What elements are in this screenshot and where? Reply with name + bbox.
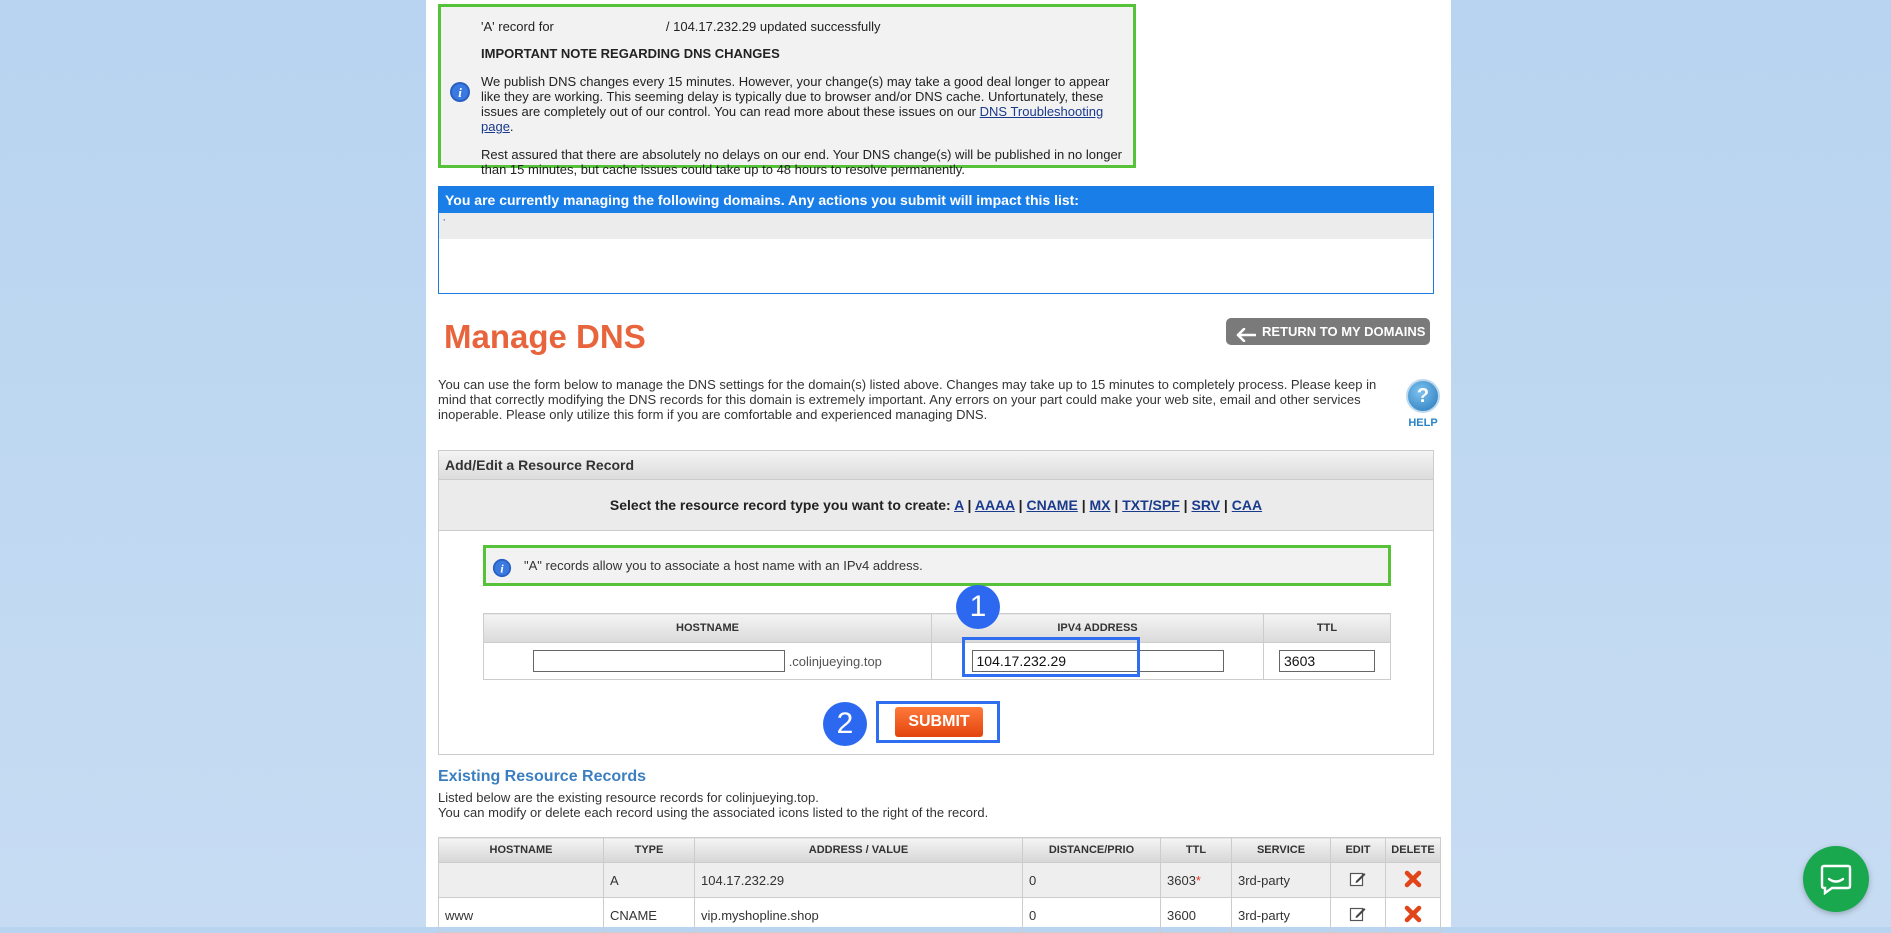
notice-title: IMPORTANT NOTE REGARDING DNS CHANGES [481,46,780,61]
page-content: i 'A' record for / 104.17.232.29 updated … [426,0,1451,933]
help-button[interactable]: ? HELP [1404,379,1442,429]
hostname-input[interactable] [533,650,786,672]
row-value: 104.17.232.29 [694,862,1023,898]
row-hostname: www [438,897,604,933]
row-prio: 0 [1022,897,1161,933]
a-record-note-text: "A" records allow you to associate a hos… [524,558,923,573]
existing-records-title: Existing Resource Records [438,768,647,785]
type-link-a[interactable]: A [954,497,964,513]
row-ttl: 3603* [1160,862,1232,898]
row-type: A [603,862,695,898]
row-hostname [438,862,604,898]
existing-records-desc: Listed below are the existing resource r… [438,790,988,820]
row-service: 3rd-party [1231,897,1331,933]
row-ttl-value: 3603 [1167,872,1196,888]
row-value: vip.myshopline.shop [694,897,1023,933]
row-service: 3rd-party [1231,862,1331,898]
col-ttl: TTL [1160,837,1232,863]
page-title: Manage DNS [444,318,646,355]
type-link-caa[interactable]: CAA [1232,497,1262,513]
managed-domains-header: You are currently managing the following… [439,187,1433,213]
rr-form-header: Add/Edit a Resource Record [439,451,1433,480]
update-status: 'A' record for / 104.17.232.29 updated su… [481,19,1129,34]
type-link-cname[interactable]: CNAME [1026,497,1077,513]
a-record-input-table: HOSTNAME IPV4 ADDRESS TTL .colinjueying.… [483,613,1391,680]
existing-desc-line1: Listed below are the existing resource r… [438,790,819,805]
step-badge-1: 1 [956,585,1000,629]
type-link-aaaa[interactable]: AAAA [975,497,1015,513]
chat-icon [1820,863,1852,900]
delete-icon[interactable] [1385,862,1441,898]
col-delete: DELETE [1385,837,1441,863]
ttl-input[interactable] [1279,650,1375,672]
arrow-left-icon [1236,324,1257,351]
managed-domains-panel: You are currently managing the following… [438,186,1434,294]
edit-icon[interactable] [1330,862,1386,898]
col-value: ADDRESS / VALUE [694,837,1023,863]
update-suffix: / 104.17.232.29 updated successfully [665,19,881,34]
return-to-domains-button[interactable]: RETURN TO MY DOMAINS [1226,318,1430,345]
row-type: CNAME [603,897,695,933]
col-hostname: HOSTNAME [483,613,932,643]
step-badge-2: 2 [823,702,867,746]
chat-button[interactable] [1803,846,1869,912]
record-type-selector: Select the resource record type you want… [439,480,1433,531]
col-ttl: TTL [1263,613,1391,643]
ttl-cell [1263,642,1391,680]
col-prio: DISTANCE/PRIO [1022,837,1161,863]
notice-paragraph-2: Rest assured that there are absolutely n… [481,147,1123,177]
submit-highlight-box [876,701,1000,743]
col-hostname: HOSTNAME [438,837,604,863]
col-type: TYPE [603,837,695,863]
existing-records-table: HOSTNAME TYPE ADDRESS / VALUE DISTANCE/P… [438,837,1441,933]
col-service: SERVICE [1231,837,1331,863]
row-ttl-value: 3600 [1167,907,1196,923]
existing-desc-line2: You can modify or delete each record usi… [438,805,989,820]
type-link-mx[interactable]: MX [1090,497,1111,513]
delete-icon[interactable] [1385,897,1441,933]
row-ttl: 3600 [1160,897,1232,933]
return-button-label: RETURN TO MY DOMAINS [1262,324,1426,339]
intro-text: You can use the form below to manage the… [438,377,1377,422]
managed-domain-row[interactable]: , [439,213,1433,239]
info-icon: i [492,556,512,591]
dns-notice: i 'A' record for / 104.17.232.29 updated … [438,4,1136,177]
help-icon: ? [1406,379,1440,413]
record-type-label: Select the resource record type you want… [609,497,951,513]
ttl-marker: * [1195,872,1201,888]
domain-suffix: .colinjueying.top [788,654,882,669]
hostname-cell: .colinjueying.top [483,642,932,680]
svg-text:i: i [458,85,462,100]
ipv4-highlight-box [962,637,1140,677]
a-record-note: i "A" records allow you to associate a h… [483,545,1391,586]
row-prio: 0 [1022,862,1161,898]
update-prefix: 'A' record for [481,19,554,34]
type-link-txt-spf[interactable]: TXT/SPF [1122,497,1180,513]
notice-paragraph-1: We publish DNS changes every 15 minutes.… [481,74,1110,134]
table-row: www CNAME vip.myshopline.shop 0 3600 3rd… [438,897,1441,933]
col-edit: EDIT [1330,837,1386,863]
help-label: HELP [1408,417,1438,429]
type-link-srv[interactable]: SRV [1191,497,1220,513]
info-icon: i [449,81,471,106]
edit-icon[interactable] [1330,897,1386,933]
table-row: A 104.17.232.29 0 3603* 3rd-party [438,862,1441,898]
